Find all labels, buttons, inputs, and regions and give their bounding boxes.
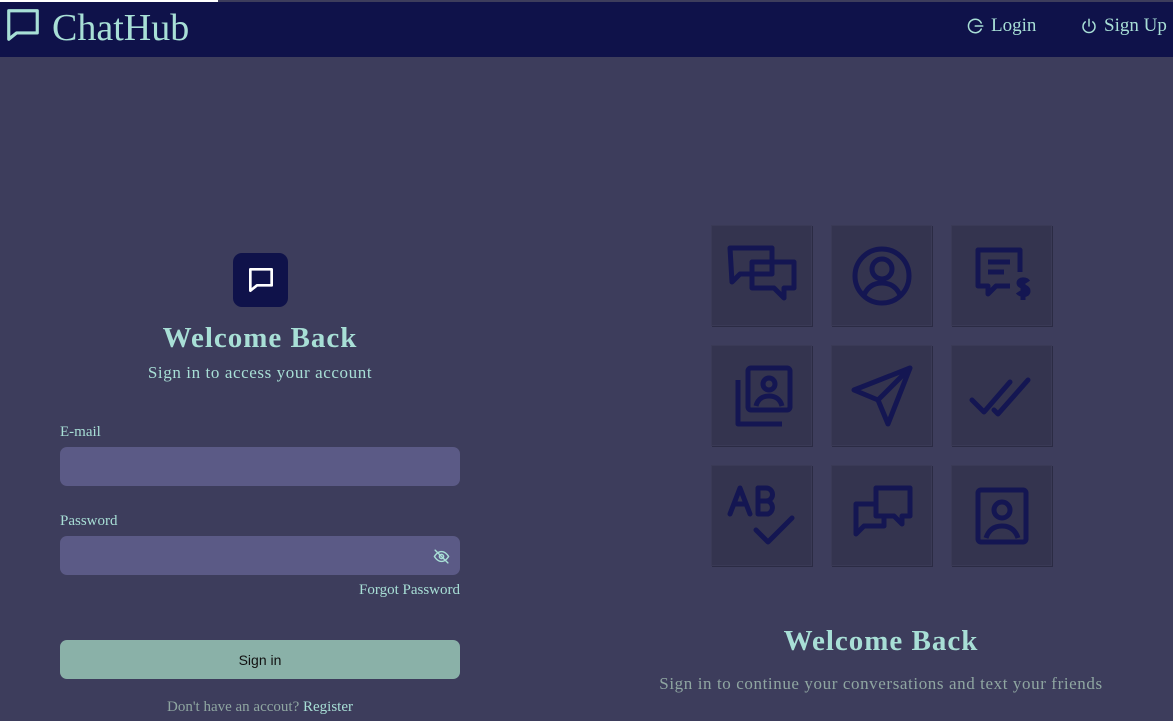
tile-user-circle xyxy=(831,225,932,326)
user-circle-icon xyxy=(852,246,911,305)
form-logo xyxy=(233,253,288,307)
photo-stack-icon xyxy=(735,365,792,426)
password-label: Password xyxy=(60,513,118,529)
double-check-icon xyxy=(969,377,1030,416)
navbar: ChatHub Login Sign Up xyxy=(0,2,1173,57)
brand-name: ChatHub xyxy=(52,6,190,49)
chat-bubble-icon xyxy=(7,8,39,41)
power-icon xyxy=(1082,18,1096,34)
chat-bubbles-icon xyxy=(727,245,796,300)
tile-conversation xyxy=(831,465,932,566)
forgot-password-link[interactable]: Forgot Password xyxy=(260,582,460,599)
nav-login-link[interactable]: Login xyxy=(967,15,1036,37)
register-prompt: Don't have an accout? xyxy=(167,699,300,715)
nav-login-label: Login xyxy=(991,15,1037,36)
message-dollar-icon xyxy=(975,247,1030,300)
nav-signup-link[interactable]: Sign Up xyxy=(1080,15,1167,37)
email-label: E-mail xyxy=(60,424,101,440)
tile-spellcheck xyxy=(711,465,812,566)
brand[interactable]: ChatHub xyxy=(4,2,189,57)
tile-message-dollar xyxy=(951,225,1052,326)
register-link[interactable]: Register xyxy=(303,699,353,715)
register-row: Don't have an accout? Register xyxy=(60,699,460,716)
chat-bubble-icon xyxy=(248,268,273,292)
form-title: Welcome Back xyxy=(162,322,358,354)
password-field[interactable] xyxy=(60,536,460,575)
tile-double-check xyxy=(951,345,1052,446)
promo-title: Welcome Back xyxy=(783,625,979,657)
tile-photo-stack xyxy=(711,345,812,446)
tile-user-square xyxy=(951,465,1052,566)
sign-in-button[interactable]: Sign in xyxy=(60,640,460,679)
promo-subtitle: Sign in to continue your conversations a… xyxy=(659,674,1103,693)
eye-off-icon[interactable] xyxy=(433,548,450,565)
nav-signup-label: Sign Up xyxy=(1104,15,1167,36)
form-subtitle: Sign in to access your account xyxy=(147,363,373,382)
email-field[interactable] xyxy=(60,447,460,486)
tile-send xyxy=(831,345,932,446)
tile-chat-bubbles xyxy=(711,225,812,326)
send-icon xyxy=(851,365,912,426)
login-icon xyxy=(967,18,984,34)
user-square-icon xyxy=(975,487,1028,544)
spellcheck-icon xyxy=(727,485,794,544)
conversation-icon xyxy=(853,485,912,536)
